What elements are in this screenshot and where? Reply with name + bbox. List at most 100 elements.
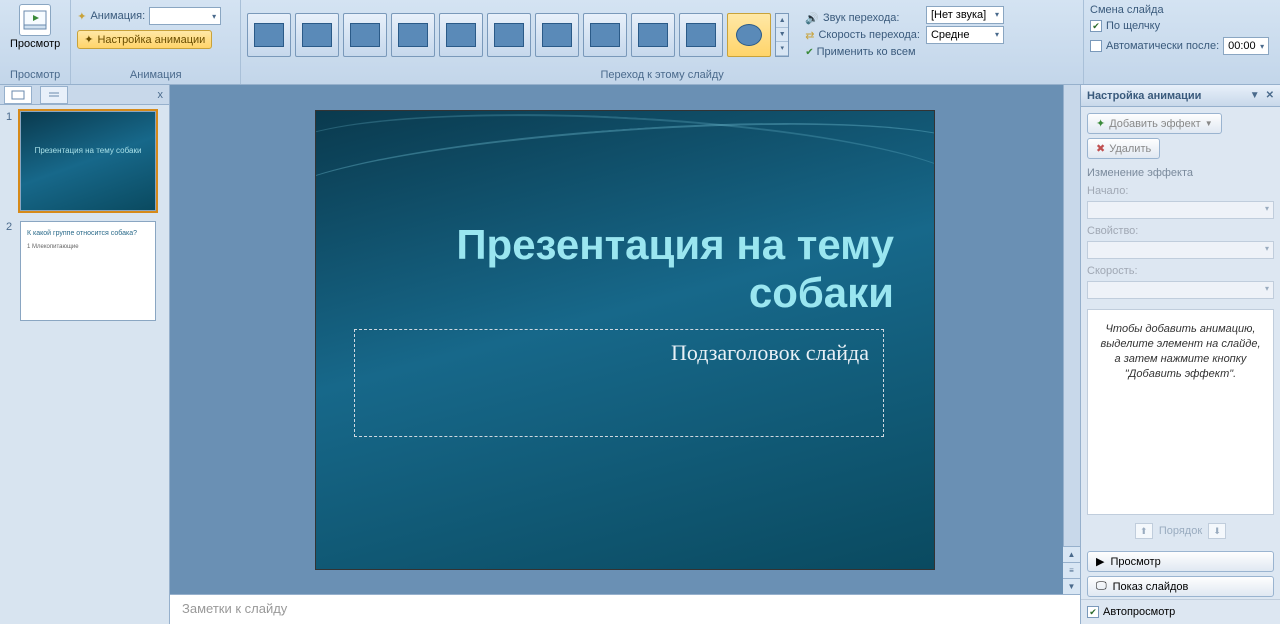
- sound-label: Звук перехода:: [823, 12, 900, 24]
- advance-title: Смена слайда: [1090, 4, 1164, 16]
- preview-icon: [19, 4, 51, 36]
- screen-icon: 🖵: [1096, 580, 1107, 593]
- reorder-up-button[interactable]: ⬆: [1135, 523, 1153, 539]
- slide-subtitle-placeholder[interactable]: Подзаголовок слайда: [354, 329, 884, 437]
- autopreview-label: Автопросмотр: [1103, 606, 1175, 618]
- transition-thumb-4[interactable]: [391, 13, 435, 57]
- taskpane-title: Настройка анимации: [1087, 90, 1201, 102]
- slide-canvas-wrap: Презентация на тему собаки Подзаголовок …: [170, 85, 1080, 594]
- slideshow-label: Показ слайдов: [1113, 581, 1189, 593]
- taskpane-body: ✦ Добавить эффект ▼ ✖ Удалить Изменение …: [1081, 107, 1280, 549]
- auto-after-checkbox[interactable]: [1090, 40, 1102, 52]
- custom-animation-label: Настройка анимации: [97, 34, 205, 46]
- transition-thumb-1[interactable]: [247, 13, 291, 57]
- ribbon-group-animation-label: Анимация: [77, 67, 234, 84]
- taskpane-close-icon[interactable]: ✕: [1266, 90, 1274, 101]
- outline-tab[interactable]: [40, 86, 68, 104]
- ribbon-group-advance-label: [1090, 79, 1274, 84]
- transition-thumb-2[interactable]: [295, 13, 339, 57]
- add-effect-icon: ✦: [1096, 117, 1105, 130]
- slideshow-button[interactable]: 🖵 Показ слайдов: [1087, 576, 1274, 597]
- slide-canvas[interactable]: Презентация на тему собаки Подзаголовок …: [315, 110, 935, 570]
- editor-scrollbar[interactable]: ▲ ≡ ▼: [1063, 85, 1080, 594]
- speed-field-label: Скорость:: [1087, 265, 1274, 277]
- reorder-label: Порядок: [1159, 525, 1202, 537]
- property-field-label: Свойство:: [1087, 225, 1274, 237]
- add-effect-button[interactable]: ✦ Добавить эффект ▼: [1087, 113, 1222, 134]
- remove-effect-button[interactable]: ✖ Удалить: [1087, 138, 1160, 159]
- on-click-label: По щелчку: [1106, 20, 1160, 32]
- animation-combo[interactable]: [149, 7, 221, 25]
- transition-thumb-6[interactable]: [487, 13, 531, 57]
- apply-to-all-label: Применить ко всем: [805, 46, 915, 58]
- slide-editor: Презентация на тему собаки Подзаголовок …: [170, 85, 1080, 624]
- speed-icon: ⇄: [805, 29, 814, 42]
- transition-gallery: ▲▼▾: [247, 13, 789, 57]
- transition-thumb-8[interactable]: [583, 13, 627, 57]
- transition-thumb-7[interactable]: [535, 13, 579, 57]
- main-area: x 1 Презентация на тему собаки 2 К какой…: [0, 85, 1280, 624]
- ribbon-group-preview: Просмотр Просмотр: [0, 0, 71, 84]
- ribbon-group-advance: Смена слайда ✔ По щелчку Автоматически п…: [1084, 0, 1280, 84]
- property-combo[interactable]: [1087, 241, 1274, 259]
- taskpane-header: Настройка анимации ▼ ✕: [1081, 85, 1280, 107]
- custom-animation-button[interactable]: ✦ Настройка анимации: [77, 30, 212, 49]
- auto-after-time[interactable]: 00:00: [1223, 37, 1269, 55]
- chevron-down-icon: ▼: [1205, 119, 1213, 128]
- taskpane-menu-icon[interactable]: ▼: [1250, 90, 1260, 101]
- thumbnail-slide-2[interactable]: К какой группе относится собака? 1 Млеко…: [20, 221, 156, 321]
- change-effect-label: Изменение эффекта: [1087, 167, 1274, 179]
- thumbnail-number: 1: [6, 111, 14, 211]
- transition-gallery-more[interactable]: ▲▼▾: [775, 13, 789, 57]
- thumbnail-title: К какой группе относится собака?: [27, 230, 149, 237]
- taskpane-preview-button[interactable]: ▶ Просмотр: [1087, 551, 1274, 572]
- autopreview-checkbox[interactable]: ✔: [1087, 606, 1099, 618]
- gear-star-icon: ✦: [84, 33, 93, 46]
- speed-combo[interactable]: Средне: [926, 26, 1004, 44]
- thumbnail-item: 2 К какой группе относится собака? 1 Мле…: [6, 221, 163, 321]
- remove-icon: ✖: [1096, 142, 1105, 155]
- ribbon: Просмотр Просмотр ✦ Анимация: ✦ Настройк…: [0, 0, 1280, 85]
- transition-thumb-11[interactable]: [727, 13, 771, 57]
- speed-label: Скорость перехода:: [818, 29, 919, 41]
- thumbnail-slide-1[interactable]: Презентация на тему собаки: [20, 111, 156, 211]
- start-combo[interactable]: [1087, 201, 1274, 219]
- transition-thumb-9[interactable]: [631, 13, 675, 57]
- ribbon-group-transition: ▲▼▾ 🔊 Звук перехода: ⇄ Скорость перехода…: [241, 0, 1084, 84]
- thumbnail-tabs: x: [0, 85, 169, 105]
- remove-effect-label: Удалить: [1109, 143, 1151, 155]
- play-icon: ▶: [1096, 555, 1104, 568]
- preview-button[interactable]: Просмотр: [6, 2, 64, 52]
- reorder-down-button[interactable]: ⬇: [1208, 523, 1226, 539]
- on-click-checkbox[interactable]: ✔: [1090, 20, 1102, 32]
- sound-combo[interactable]: [Нет звука]: [926, 6, 1004, 24]
- slide-title-placeholder[interactable]: Презентация на тему собаки: [356, 221, 894, 318]
- ribbon-group-animation: ✦ Анимация: ✦ Настройка анимации Анимаци…: [71, 0, 241, 84]
- thumbnail-close[interactable]: x: [158, 89, 164, 101]
- taskpane-hint: Чтобы добавить анимацию, выделите элемен…: [1087, 309, 1274, 515]
- slides-tab[interactable]: [4, 86, 32, 104]
- star-icon: ✦: [77, 10, 86, 23]
- thumbnail-panel: x 1 Презентация на тему собаки 2 К какой…: [0, 85, 170, 624]
- thumbnail-item: 1 Презентация на тему собаки: [6, 111, 163, 211]
- transition-thumb-10[interactable]: [679, 13, 723, 57]
- scroll-next-icon[interactable]: ▼: [1063, 578, 1080, 594]
- auto-after-label: Автоматически после:: [1106, 40, 1219, 52]
- animation-taskpane: Настройка анимации ▼ ✕ ✦ Добавить эффект…: [1080, 85, 1280, 624]
- transition-thumb-3[interactable]: [343, 13, 387, 57]
- taskpane-preview-label: Просмотр: [1110, 556, 1160, 568]
- preview-button-label: Просмотр: [10, 38, 60, 50]
- scroll-sep-icon[interactable]: ≡: [1063, 562, 1080, 578]
- transition-thumb-5[interactable]: [439, 13, 483, 57]
- thumbnail-number: 2: [6, 221, 14, 321]
- thumbnail-list: 1 Презентация на тему собаки 2 К какой г…: [0, 105, 169, 624]
- ribbon-group-transition-label: Переход к этому слайду: [247, 67, 1077, 84]
- sound-icon: 🔊: [805, 12, 819, 25]
- start-field-label: Начало:: [1087, 185, 1274, 197]
- add-effect-label: Добавить эффект: [1109, 118, 1200, 130]
- scroll-prev-icon[interactable]: ▲: [1063, 546, 1080, 562]
- speed-combo2[interactable]: [1087, 281, 1274, 299]
- apply-to-all-button[interactable]: Применить ко всем: [805, 45, 920, 59]
- notes-pane[interactable]: Заметки к слайду: [170, 594, 1080, 624]
- reorder-controls: ⬆ Порядок ⬇: [1087, 519, 1274, 543]
